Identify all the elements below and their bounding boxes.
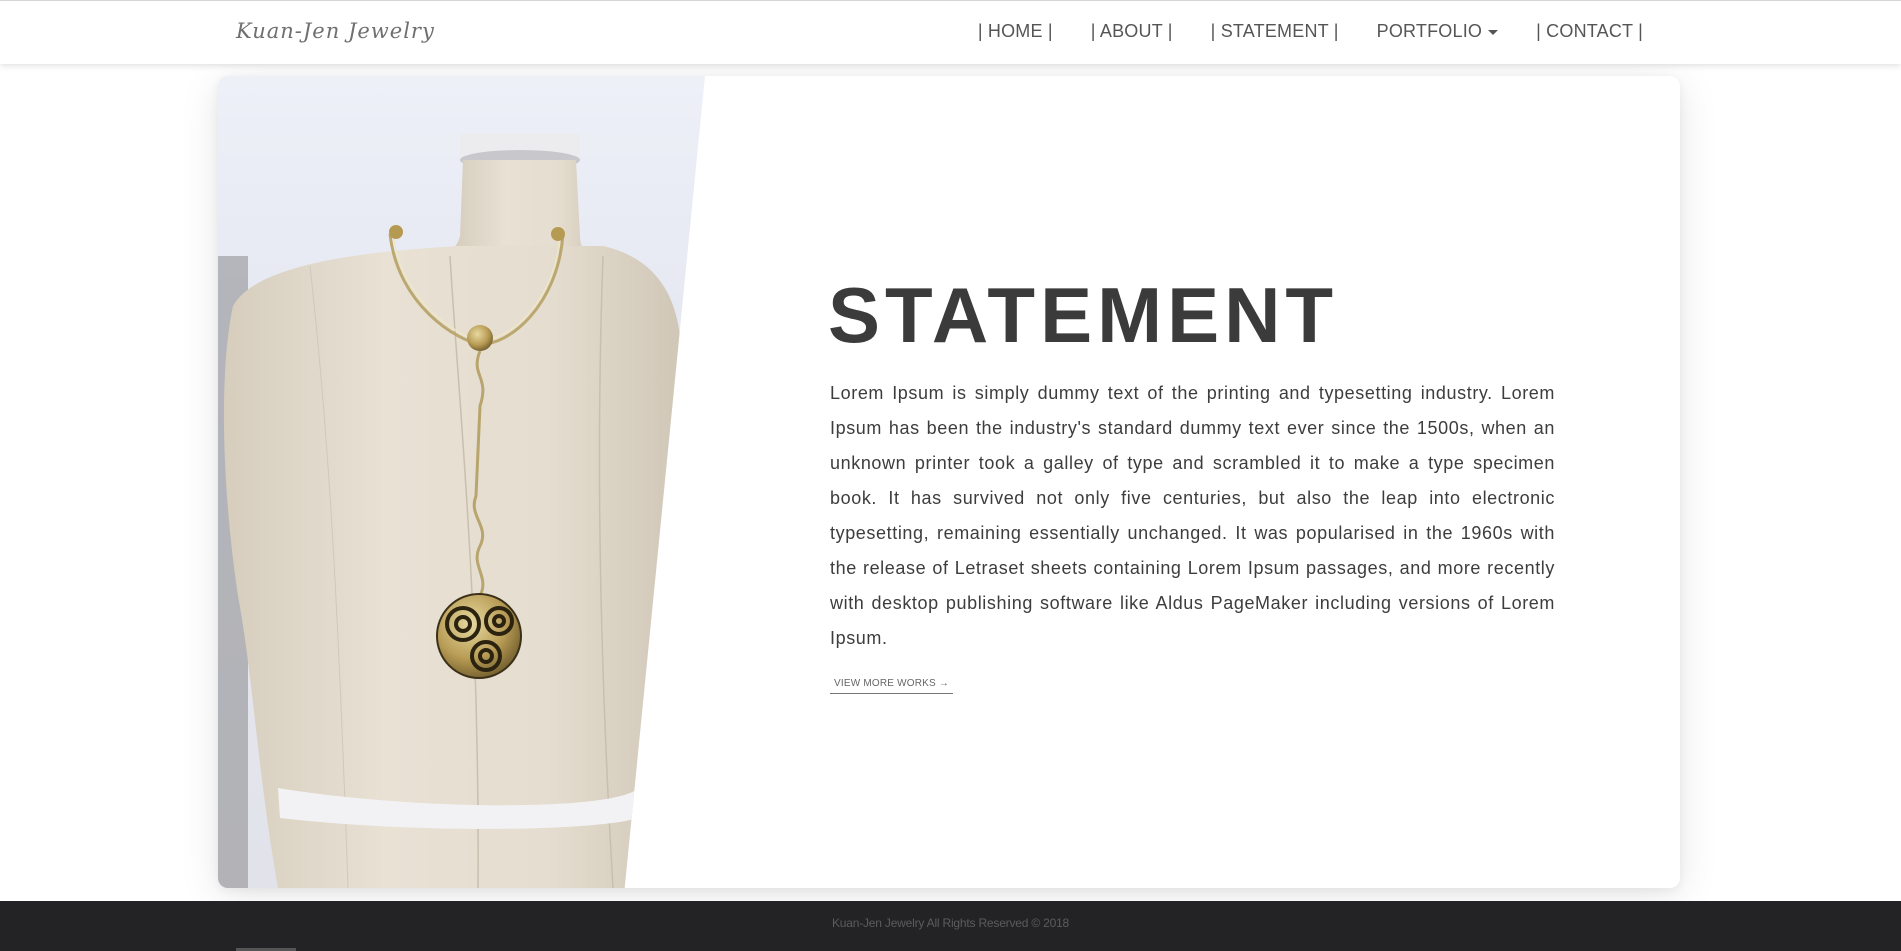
mannequin-illustration [218,134,686,888]
nav-item-label: | CONTACT | [1536,21,1643,41]
nav-item-portfolio[interactable]: PORTFOLIO [1377,21,1499,42]
caret-down-icon [1488,30,1499,35]
nav-item-about[interactable]: | ABOUT | [1091,21,1173,42]
top-navbar: Kuan-Jen Jewelry | HOME | | ABOUT | | ST… [0,0,1901,64]
nav-item-statement[interactable]: | STATEMENT | [1211,21,1339,42]
copyright-text: Kuan-Jen Jewelry All Rights Reserved © 2… [831,916,1070,930]
nav-item-label: | HOME | [977,21,1053,41]
brand-logo[interactable]: Kuan-Jen Jewelry [236,19,435,43]
statement-card: STATEMENT Lorem Ipsum is simply dummy te… [218,76,1680,888]
statement-text: Lorem Ipsum is simply dummy text of the … [830,383,1555,648]
nav-item-label: | STATEMENT | [1210,21,1339,41]
nav-item-label: PORTFOLIO [1376,21,1483,41]
statement-content: STATEMENT Lorem Ipsum is simply dummy te… [828,271,1555,694]
page-title: STATEMENT [828,271,1339,359]
nav-item-home[interactable]: | HOME | [978,21,1053,42]
view-more-works-link[interactable]: VIEW MORE WORKS → [830,678,954,694]
footer: Kuan-Jen Jewelry All Rights Reserved © 2… [0,901,1901,951]
nav-item-label: | ABOUT | [1090,21,1173,41]
necklace-photo [218,76,705,888]
nav-item-contact[interactable]: | CONTACT | [1536,21,1643,42]
main-nav: | HOME | | ABOUT | | STATEMENT | PORTFOL… [978,21,1643,42]
